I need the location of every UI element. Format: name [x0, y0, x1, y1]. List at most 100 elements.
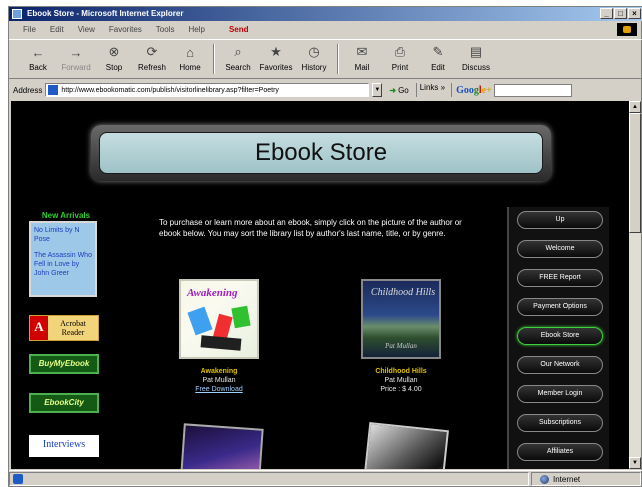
standard-toolbar: ← Back → Forward ⊗ Stop ⟳ Refresh ⌂ Home…	[9, 39, 642, 79]
new-arrival-link[interactable]: No Limits by N Pose	[34, 226, 92, 244]
address-dropdown-button[interactable]: ▼	[372, 83, 383, 97]
scroll-up-button[interactable]: ▲	[629, 101, 641, 113]
security-zone: Internet	[531, 472, 641, 486]
banner-title: Ebook Store	[99, 132, 543, 174]
new-arrivals-title: New Arrivals	[41, 211, 91, 220]
acrobat-reader-logo[interactable]: A Acrobat Reader	[29, 315, 99, 341]
edit-button[interactable]: ✎ Edit	[419, 40, 457, 78]
new-arrival-link[interactable]: The Assassin Who Fell in Love by John Gr…	[34, 251, 92, 278]
menu-file[interactable]: File	[23, 25, 36, 34]
browser-window: Ebook Store - Microsoft Internet Explore…	[8, 6, 642, 487]
ebook-city-logo[interactable]: EbookCity	[29, 393, 99, 413]
refresh-button[interactable]: ⟳ Refresh	[133, 40, 171, 78]
book-price: Price : $ 4.00	[380, 386, 422, 393]
menu-favorites[interactable]: Favorites	[109, 25, 142, 34]
book-cover[interactable]	[361, 422, 449, 469]
menu-view[interactable]: View	[78, 25, 95, 34]
stop-button[interactable]: ⊗ Stop	[95, 40, 133, 78]
back-button[interactable]: ← Back	[19, 40, 57, 78]
address-url: http://www.ebookomatic.com/publish/visit…	[61, 86, 279, 94]
menu-tools[interactable]: Tools	[156, 25, 175, 34]
nav-up[interactable]: Up	[517, 211, 603, 229]
nav-welcome[interactable]: Welcome	[517, 240, 603, 258]
book-cover-awakening[interactable]: Awakening	[179, 279, 259, 359]
search-button[interactable]: ⌕ Search	[219, 40, 257, 78]
buy-my-ebook-logo[interactable]: BuyMyEbook	[29, 354, 99, 374]
edit-icon: ✎	[432, 44, 444, 59]
send-button[interactable]: Send	[229, 25, 249, 34]
address-label: Address	[13, 85, 43, 95]
discuss-button[interactable]: ▤ Discuss	[457, 40, 495, 78]
forward-button[interactable]: → Forward	[57, 40, 95, 78]
windows-logo-icon	[617, 23, 637, 36]
nav-affiliates[interactable]: Affiliates	[517, 443, 603, 461]
search-label: Search	[225, 63, 251, 72]
page-icon	[48, 85, 59, 95]
print-button[interactable]: ⎙ Print	[381, 40, 419, 78]
close-button[interactable]: ×	[628, 8, 641, 19]
book-title[interactable]: Awakening	[169, 367, 269, 376]
stop-icon: ⊗	[108, 44, 120, 59]
home-icon: ⌂	[186, 44, 194, 60]
store-banner: Ebook Store	[91, 125, 551, 181]
nav-free-report[interactable]: FREE Report	[517, 269, 603, 287]
address-bar: Address http://www.ebookomatic.com/publi…	[9, 81, 642, 99]
acrobat-reader-text: Acrobat Reader	[60, 319, 86, 337]
menu-edit[interactable]: Edit	[50, 25, 64, 34]
adobe-icon: A	[30, 316, 48, 340]
interviews-logo[interactable]: Interviews	[29, 435, 99, 457]
nav-our-network[interactable]: Our Network	[517, 356, 603, 374]
side-navigation: Up Welcome FREE Report Payment Options E…	[507, 207, 609, 469]
cover-art	[187, 306, 213, 336]
favorites-button[interactable]: ★ Favorites	[257, 40, 295, 78]
cover-title: Awakening	[187, 287, 238, 299]
title-bar: Ebook Store - Microsoft Internet Explore…	[9, 7, 642, 21]
address-input[interactable]: http://www.ebookomatic.com/publish/visit…	[45, 83, 370, 97]
home-label: Home	[179, 63, 201, 72]
ie-app-icon	[12, 9, 22, 19]
history-button[interactable]: ◷ History	[295, 40, 333, 78]
go-button[interactable]: ➜ Go	[385, 83, 412, 97]
nav-ebook-store[interactable]: Ebook Store	[517, 327, 603, 345]
book-title[interactable]: Childhood Hills	[351, 367, 451, 376]
nav-member-login[interactable]: Member Login	[517, 385, 603, 403]
refresh-icon: ⟳	[146, 44, 158, 59]
mail-button[interactable]: ✉ Mail	[343, 40, 381, 78]
intro-text: To purchase or learn more about an ebook…	[159, 218, 462, 238]
favorites-label: Favorites	[259, 63, 293, 72]
mail-icon: ✉	[356, 44, 368, 59]
book-cover-childhood-hills[interactable]: Childhood Hills Pat Mullan	[361, 279, 441, 359]
forward-arrow-icon: →	[69, 44, 83, 60]
toolbar-separator	[213, 44, 215, 74]
cover-art	[231, 305, 251, 329]
minimize-button[interactable]: _	[600, 8, 613, 19]
links-button[interactable]: Links »	[415, 83, 448, 97]
book-cover[interactable]	[178, 423, 264, 469]
stop-label: Stop	[105, 63, 123, 72]
search-icon: ⌕	[234, 44, 242, 59]
menu-help[interactable]: Help	[188, 25, 204, 34]
free-download-link[interactable]: Free Download	[169, 385, 269, 394]
discuss-icon: ▤	[469, 44, 483, 59]
google-search-input[interactable]	[493, 83, 572, 97]
window-title: Ebook Store - Microsoft Internet Explore…	[27, 9, 184, 18]
book-author: Pat Mullan	[384, 377, 418, 384]
forward-label: Forward	[61, 63, 91, 72]
scroll-thumb[interactable]	[629, 113, 641, 233]
home-button[interactable]: ⌂ Home	[171, 40, 209, 78]
nav-payment-options[interactable]: Payment Options	[517, 298, 603, 316]
go-label: Go	[398, 85, 409, 95]
status-bar: Internet	[9, 470, 642, 487]
new-arrivals-box: No Limits by N Pose The Assassin Who Fel…	[29, 221, 97, 297]
book-item: Childhood Hills Pat Mullan Childhood Hil…	[351, 279, 451, 394]
vertical-scrollbar[interactable]: ▲ ▼	[629, 101, 641, 469]
history-label: History	[301, 63, 327, 72]
scroll-down-button[interactable]: ▼	[629, 457, 641, 469]
book-item: Awakening Awakening Pat Mullan Free Down…	[169, 279, 269, 394]
history-icon: ◷	[308, 44, 320, 59]
nav-subscriptions[interactable]: Subscriptions	[517, 414, 603, 432]
discuss-label: Discuss	[461, 63, 490, 72]
edit-label: Edit	[431, 63, 445, 72]
maximize-button[interactable]: □	[614, 8, 627, 19]
google-toolbar: Goo g l e+	[451, 83, 572, 97]
